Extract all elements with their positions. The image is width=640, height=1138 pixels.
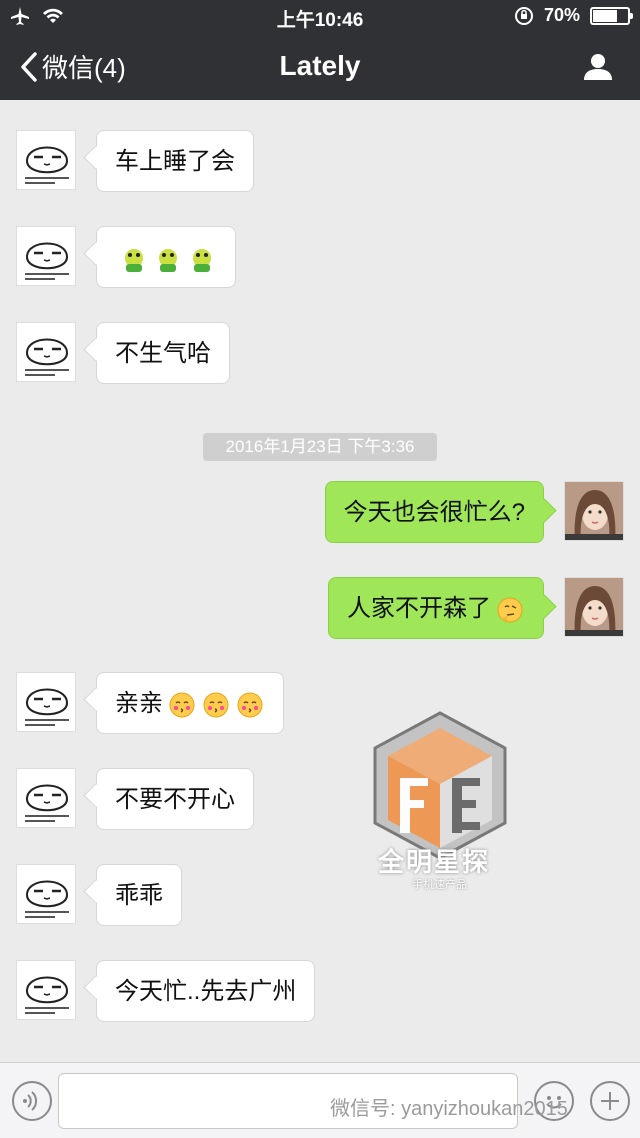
message-text: 不生气哈 <box>115 340 211 367</box>
my-avatar[interactable] <box>564 577 624 637</box>
panda-meme-avatar <box>17 865 75 923</box>
panda-meme-avatar <box>17 131 75 189</box>
message-bubble[interactable] <box>96 226 236 288</box>
plus-icon <box>601 1092 619 1110</box>
message-bubble[interactable]: 车上睡了会 <box>96 130 254 192</box>
panda-meme-avatar <box>17 769 75 827</box>
incoming-message: 不生气哈 <box>16 322 230 384</box>
voice-icon <box>23 1091 38 1111</box>
watermark-subtitle: 手机速产品 <box>412 879 467 891</box>
contact-avatar[interactable] <box>16 864 76 924</box>
incoming-message: 今天忙..先去广州 <box>16 960 316 1022</box>
incoming-message: 亲亲 <box>16 672 284 734</box>
contact-avatar[interactable] <box>16 960 76 1020</box>
frog-emoji-icon <box>125 248 143 272</box>
contact-avatar[interactable] <box>16 768 76 828</box>
message-bubble[interactable]: 乖乖 <box>96 864 182 926</box>
girl-avatar <box>565 578 623 636</box>
battery-icon <box>590 6 633 25</box>
girl-avatar <box>565 482 623 540</box>
message-text: 车上睡了会 <box>115 148 235 175</box>
panda-meme-avatar <box>17 961 75 1019</box>
message-bubble[interactable]: 亲亲 <box>96 672 284 734</box>
contact-avatar[interactable] <box>16 672 76 732</box>
incoming-message: 乖乖 <box>16 864 182 926</box>
message-text: 乖乖 <box>115 882 163 909</box>
more-button[interactable] <box>590 1081 630 1121</box>
message-bubble[interactable]: 今天也会很忙么? <box>324 481 544 543</box>
nav-bar: 微信(4) Lately <box>0 34 640 100</box>
message-bubble[interactable]: 人家不开森了 <box>328 577 544 639</box>
panda-meme-avatar <box>17 673 75 731</box>
my-avatar[interactable] <box>564 481 624 541</box>
contact-avatar[interactable] <box>16 226 76 286</box>
message-text: 今天也会很忙么? <box>343 499 525 526</box>
kiss-emoji-icon <box>237 692 263 718</box>
frog-emoji-icon <box>159 248 177 272</box>
message-text: 人家不开森了 <box>347 595 491 622</box>
message-bubble[interactable]: 不生气哈 <box>96 322 230 384</box>
contact-avatar[interactable] <box>16 322 76 382</box>
panda-meme-avatar <box>17 227 75 285</box>
message-bubble[interactable]: 今天忙..先去广州 <box>96 960 316 1022</box>
contact-avatar[interactable] <box>16 130 76 190</box>
message-text: 亲亲 <box>115 690 163 717</box>
outgoing-message: 今天也会很忙么? <box>324 481 624 543</box>
incoming-message <box>16 226 236 288</box>
watermark-title: 全明星探 <box>378 847 491 877</box>
message-bubble[interactable]: 不要不开心 <box>96 768 254 830</box>
message-text: 不要不开心 <box>115 786 235 813</box>
chat-title: Lately <box>279 50 361 81</box>
incoming-message: 不要不开心 <box>16 768 254 830</box>
frog-emoji-icon <box>193 248 211 272</box>
message-timestamp: 2016年1月23日 下午3:36 <box>203 433 437 461</box>
battery-percent: 70% <box>543 5 580 25</box>
message-text: 今天忙..先去广州 <box>115 978 297 1005</box>
profile-icon[interactable] <box>582 50 614 82</box>
panda-meme-avatar <box>17 323 75 381</box>
rotation-lock-icon <box>514 6 533 25</box>
outgoing-message: 人家不开森了 <box>328 577 624 639</box>
voice-button[interactable] <box>12 1081 52 1121</box>
kiss-emoji-icon <box>203 692 229 718</box>
status-bar: 上午10:46 70% <box>0 0 640 34</box>
thinking-emoji-icon <box>497 597 523 623</box>
battery-fill <box>593 9 617 22</box>
kiss-emoji-icon <box>169 692 195 718</box>
footer-watermark: 微信号: yanyizhoukan2015 <box>330 1098 568 1120</box>
incoming-message: 车上睡了会 <box>16 130 254 192</box>
status-right: 70% <box>514 5 633 26</box>
